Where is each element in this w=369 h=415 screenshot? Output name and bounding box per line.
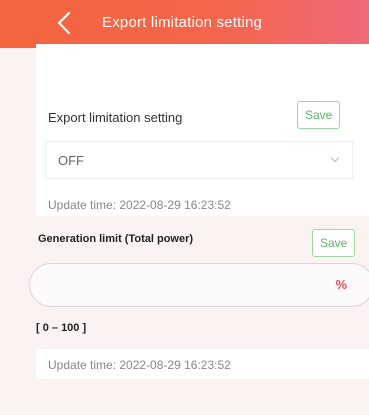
percent-unit: % [335,277,347,292]
chevron-left-icon[interactable] [53,10,77,36]
export-limitation-update-time: Update time: 2022-08-29 16:23:52 [48,198,231,212]
chevron-down-icon [330,157,340,163]
generation-limit-save-button[interactable]: Save [312,229,356,257]
generation-limit-range: [ 0 – 100 ] [36,322,87,334]
export-limitation-label: Export limitation setting [48,110,183,125]
generation-limit-update-time: Update time: 2022-08-29 16:23:52 [48,358,231,372]
generation-limit-field: % [29,263,369,307]
generation-limit-update-strip: Update time: 2022-08-29 16:23:52 [36,349,369,379]
header-bar: Export limitation setting [0,0,369,48]
generation-limit-input[interactable] [46,274,316,298]
generation-limit-label: Generation limit (Total power) [38,233,194,245]
export-limitation-selected-value: OFF [58,153,84,168]
export-limitation-save-button[interactable]: Save [297,101,341,129]
export-limitation-select[interactable]: OFF [45,141,353,179]
page-title: Export limitation setting [102,14,263,31]
export-limitation-card [36,44,369,216]
